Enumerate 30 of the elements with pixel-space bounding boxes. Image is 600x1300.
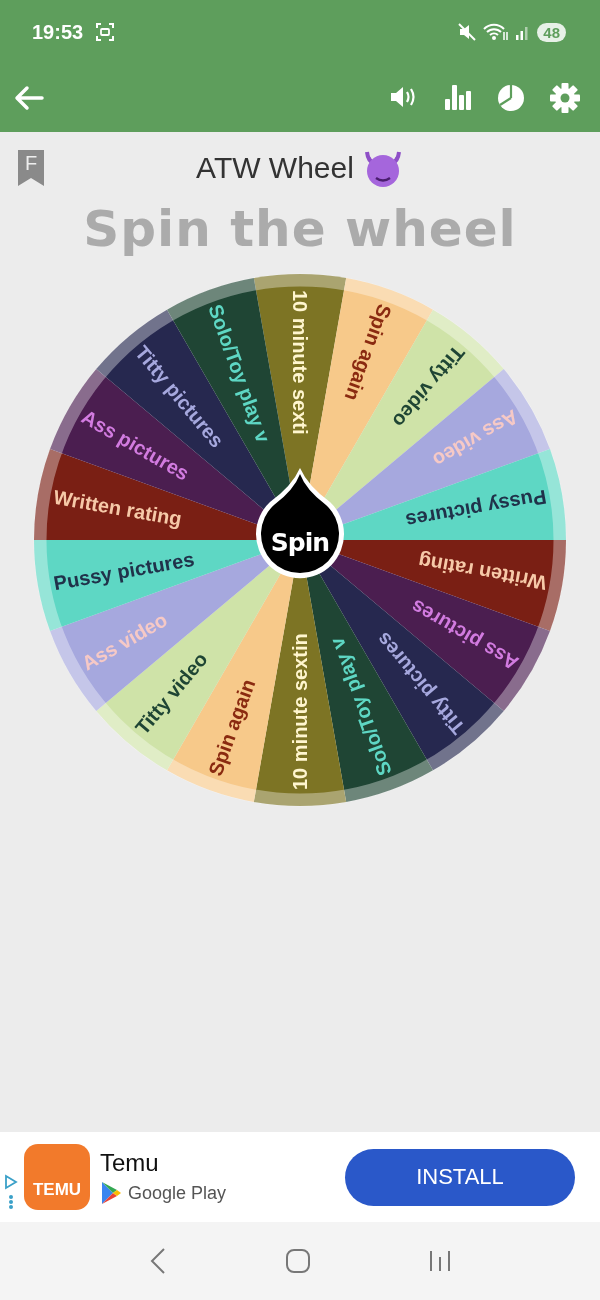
spin-button[interactable]: Spin <box>256 468 344 579</box>
install-button[interactable]: INSTALL <box>345 1148 575 1206</box>
settings-icon[interactable] <box>550 83 580 113</box>
segment-label: Spin again <box>340 301 396 404</box>
app-name: Temu <box>100 1149 160 1177</box>
store-name: Google Play <box>128 1182 227 1204</box>
spin-heading: Spin the wheel <box>83 200 517 258</box>
segment-label: Written rating <box>51 485 184 530</box>
home-nav-icon[interactable] <box>285 1248 311 1274</box>
segment-label: 10 minute sextin <box>289 633 311 790</box>
pie-chart-icon[interactable] <box>496 83 526 113</box>
wifi-icon <box>483 22 510 42</box>
recents-nav-icon[interactable] <box>427 1249 452 1273</box>
segment-label: Ass video <box>78 608 171 675</box>
back-icon[interactable] <box>14 85 44 111</box>
more-icon[interactable] <box>8 1194 14 1210</box>
battery-level: 48 <box>537 22 566 42</box>
status-time: 19:53 <box>32 20 84 44</box>
segment-label: Pussy pictures <box>51 547 196 595</box>
bar-chart-icon[interactable] <box>442 83 472 113</box>
segment-label: Ass video <box>429 405 522 472</box>
segment-label: Written rating <box>416 550 549 595</box>
segment-label: Pussy pictures <box>404 485 549 533</box>
play-store-icon <box>100 1181 122 1205</box>
wheel-title: ATW Wheel <box>196 151 354 185</box>
ad-choices-icon[interactable] <box>4 1174 18 1190</box>
segment-label: Spin again <box>204 676 260 779</box>
mute-icon <box>457 22 478 42</box>
segment-label: 10 minute sexti <box>289 290 311 435</box>
screenshot-icon <box>95 22 116 42</box>
